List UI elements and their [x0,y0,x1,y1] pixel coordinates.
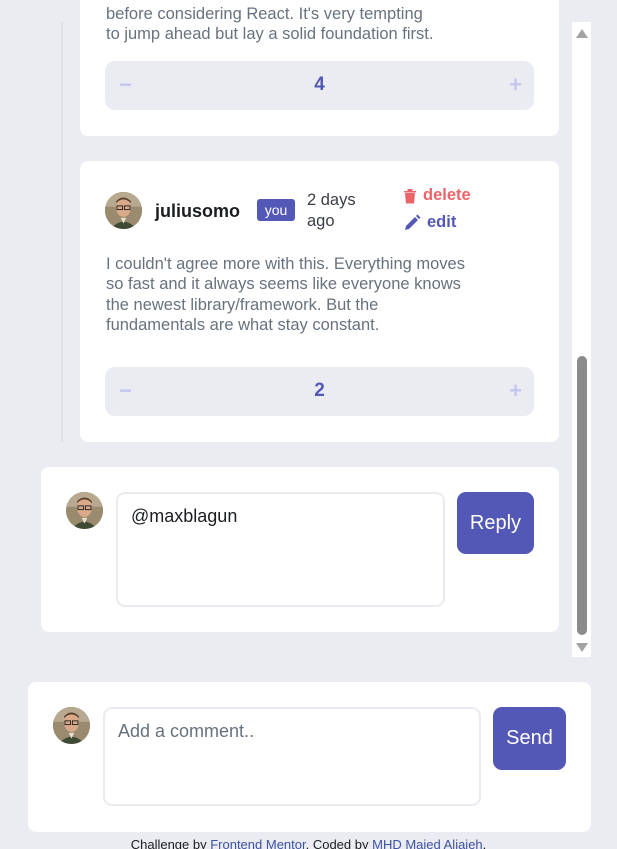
attribution-footer: Challenge by Frontend Mentor. Coded by M… [0,837,617,849]
scroll-thumb[interactable] [577,356,587,635]
avatar [105,192,142,229]
avatar [66,492,103,529]
delete-button[interactable]: delete [403,186,471,205]
upvote-button[interactable]: + [509,378,522,404]
author-link[interactable]: MHD Majed Aljajeh [372,837,483,849]
comment-timestamp: 2 days ago [307,191,356,230]
pencil-icon [403,214,421,232]
reply-thread-line [61,22,63,442]
comment-username: juliusomo [155,201,240,221]
vote-score: 2 [314,380,325,401]
delete-label: delete [423,186,471,204]
scroll-down-icon[interactable] [576,643,588,652]
add-comment-form: Add a comment.. Send [28,682,591,832]
upvote-button[interactable]: + [509,72,522,98]
comment-text: I couldn't agree more with this. Everyth… [106,255,465,335]
add-comment-textarea[interactable]: Add a comment.. [103,707,481,806]
reply-form: @maxblagun Reply [41,467,559,632]
vote-control: − 4 + [105,61,534,110]
send-button[interactable]: Send [493,707,566,770]
comment-text: before considering React. It's very temp… [106,5,434,44]
frontend-mentor-link[interactable]: Frontend Mentor [210,837,305,849]
vote-control: − 2 + [105,367,534,416]
comment-card-reply: juliusomo you 2 days ago delete edit I c… [80,161,559,442]
vote-score: 4 [314,74,325,95]
comments-scroll-area[interactable]: before considering React. It's very temp… [0,0,572,657]
edit-label: edit [427,213,457,231]
edit-button[interactable]: edit [403,213,456,232]
reply-button[interactable]: Reply [457,492,534,554]
avatar [53,707,90,744]
scrollbar[interactable] [572,22,591,657]
trash-icon [403,188,417,204]
you-badge: you [257,199,295,221]
reply-textarea[interactable]: @maxblagun [116,492,445,607]
scroll-up-icon[interactable] [576,29,588,38]
comment-card-previous: before considering React. It's very temp… [80,0,559,136]
